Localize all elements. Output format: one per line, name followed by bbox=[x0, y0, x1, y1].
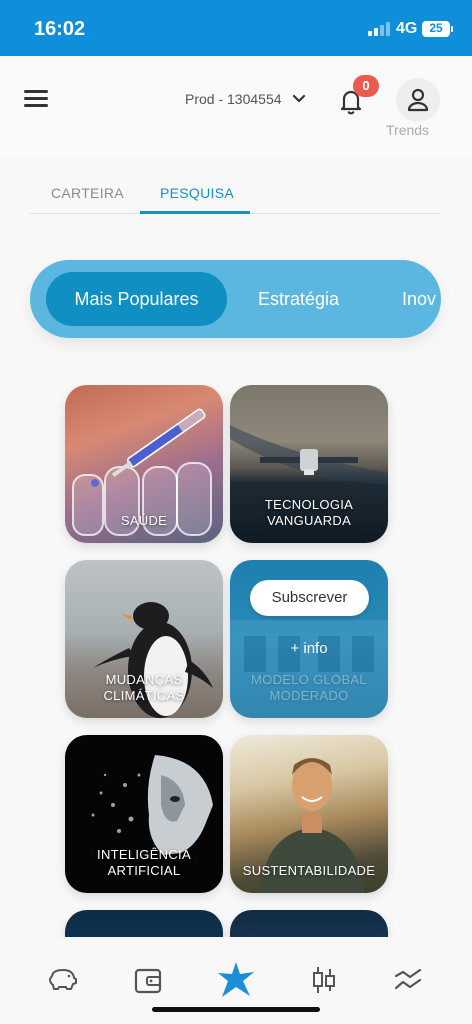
tile-label: VANGUARDA bbox=[266, 513, 352, 528]
home-indicator bbox=[152, 1007, 320, 1012]
tile-label: SAÚDE bbox=[120, 513, 168, 528]
star-icon[interactable] bbox=[216, 960, 256, 1000]
account-selector[interactable]: Prod - 1304554 bbox=[185, 91, 306, 107]
tile-label: INTELIGÊNCIA bbox=[97, 847, 191, 862]
category-chip-estrategia[interactable]: Estratégia bbox=[258, 272, 339, 326]
category-chip-mais-populares[interactable]: Mais Populares bbox=[46, 272, 227, 326]
signal-icon bbox=[368, 22, 392, 36]
tile-label: MUDANÇAS bbox=[105, 672, 183, 687]
tile-label: MODELO GLOBAL bbox=[251, 672, 367, 687]
tab-bar: CARTEIRA PESQUISA bbox=[30, 178, 441, 214]
trends-label: Trends bbox=[386, 122, 430, 138]
status-time: 16:02 bbox=[34, 18, 86, 40]
more-info-link[interactable]: + info bbox=[230, 640, 388, 657]
candlestick-icon[interactable] bbox=[306, 962, 342, 998]
tile-label: ARTIFICIAL bbox=[107, 863, 181, 878]
piggy-bank-icon[interactable] bbox=[45, 962, 81, 998]
tile-inteligencia-artificial[interactable]: INTELIGÊNCIA ARTIFICIAL bbox=[65, 735, 223, 893]
tile-partial-2[interactable] bbox=[230, 910, 388, 937]
hamburger-menu-icon[interactable] bbox=[24, 90, 48, 108]
app-header: Prod - 1304554 0 Trends bbox=[0, 56, 472, 156]
trend-lines-icon[interactable] bbox=[390, 962, 426, 998]
account-label: Prod - 1304554 bbox=[185, 91, 282, 107]
category-selector[interactable]: Mais Populares Estratégia Inov bbox=[30, 260, 441, 338]
battery-tip bbox=[451, 26, 453, 32]
tile-mudancas-climaticas[interactable]: MUDANÇAS CLIMÁTICAS bbox=[65, 560, 223, 718]
wallet-icon[interactable] bbox=[130, 962, 166, 998]
category-chip-inov[interactable]: Inov bbox=[402, 272, 436, 326]
tile-tecnologia-vanguarda[interactable]: TECNOLOGIA VANGUARDA bbox=[230, 385, 388, 543]
active-tab-indicator bbox=[140, 211, 250, 214]
tile-label: TECNOLOGIA bbox=[264, 497, 354, 512]
tile-label: CLIMÁTICAS bbox=[103, 688, 185, 703]
profile-button[interactable] bbox=[396, 78, 440, 122]
tile-modelo-global-moderado[interactable]: Subscrever + info MODELO GLOBAL MODERADO bbox=[230, 560, 388, 718]
tile-label: SUSTENTABILIDADE bbox=[242, 863, 376, 878]
user-icon bbox=[407, 88, 429, 112]
tab-carteira[interactable]: CARTEIRA bbox=[51, 185, 124, 201]
network-type: 4G bbox=[396, 20, 418, 37]
battery-icon: 25 bbox=[422, 21, 450, 37]
tile-saude[interactable]: SAÚDE bbox=[65, 385, 223, 543]
notification-badge: 0 bbox=[353, 75, 379, 97]
tile-label: MODERADO bbox=[269, 688, 349, 703]
tab-pesquisa[interactable]: PESQUISA bbox=[160, 185, 234, 201]
theme-grid: SAÚDE TECNOLOGIA VANGUARDA MUDANÇAS CLIM… bbox=[0, 385, 472, 937]
tile-partial-1[interactable] bbox=[65, 910, 223, 937]
status-bar: 16:02 4G 25 bbox=[0, 0, 472, 56]
subscribe-button[interactable]: Subscrever bbox=[250, 580, 369, 616]
tile-sustentabilidade[interactable]: SUSTENTABILIDADE bbox=[230, 735, 388, 893]
chevron-down-icon bbox=[292, 94, 305, 103]
